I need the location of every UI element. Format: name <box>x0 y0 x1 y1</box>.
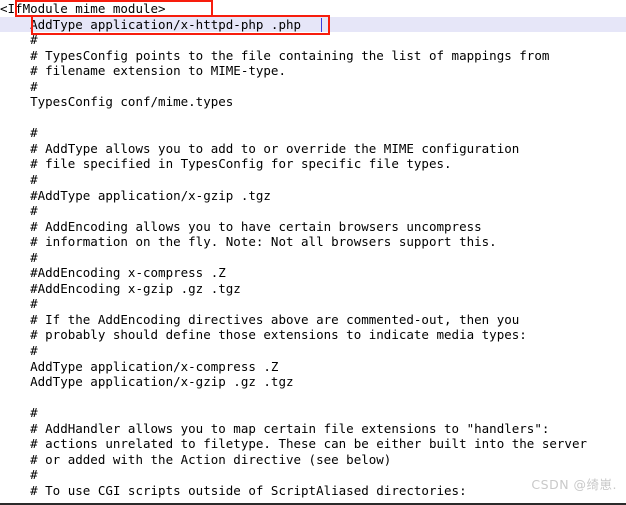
code-line[interactable]: # <box>0 343 626 359</box>
code-line[interactable]: # <box>0 250 626 266</box>
code-line[interactable]: # <box>0 296 626 312</box>
code-line[interactable]: # or added with the Action directive (se… <box>0 452 626 468</box>
code-line[interactable] <box>0 110 626 126</box>
code-line[interactable]: # <box>0 32 626 48</box>
code-line[interactable]: # actions unrelated to filetype. These c… <box>0 436 626 452</box>
code-line[interactable]: # probably should define those extension… <box>0 327 626 343</box>
code-line[interactable]: # TypesConfig points to the file contain… <box>0 48 626 64</box>
code-line[interactable]: # AddEncoding allows you to have certain… <box>0 219 626 235</box>
code-line[interactable]: # <box>0 125 626 141</box>
csdn-watermark: CSDN @绮崽. <box>531 477 617 492</box>
text-caret <box>321 18 322 32</box>
code-line[interactable]: TypesConfig conf/mime.types <box>0 94 626 110</box>
code-line[interactable]: # <box>0 203 626 219</box>
code-line[interactable]: AddType application/x-gzip .gz .tgz <box>0 374 626 390</box>
code-line[interactable]: # AddType allows you to add to or overri… <box>0 141 626 157</box>
code-line[interactable]: # If the AddEncoding directives above ar… <box>0 312 626 328</box>
code-line[interactable]: <IfModule mime_module> <box>0 1 626 17</box>
code-text-area[interactable]: <IfModule mime_module> AddType applicati… <box>0 0 626 499</box>
code-line[interactable]: # <box>0 405 626 421</box>
code-line[interactable]: #AddType application/x-gzip .tgz <box>0 188 626 204</box>
code-line[interactable]: # file specified in TypesConfig for spec… <box>0 156 626 172</box>
code-line[interactable]: # <box>0 79 626 95</box>
code-line[interactable]: #AddEncoding x-gzip .gz .tgz <box>0 281 626 297</box>
code-line[interactable]: # filename extension to MIME-type. <box>0 63 626 79</box>
code-line[interactable]: #AddEncoding x-compress .Z <box>0 265 626 281</box>
code-line[interactable]: AddType application/x-compress .Z <box>0 359 626 375</box>
code-editor-pane[interactable]: <IfModule mime_module> AddType applicati… <box>0 0 626 505</box>
code-line[interactable]: AddType application/x-httpd-php .php <box>0 16 626 33</box>
code-line[interactable]: # information on the fly. Note: Not all … <box>0 234 626 250</box>
code-line[interactable]: # AddHandler allows you to map certain f… <box>0 421 626 437</box>
code-line[interactable]: # <box>0 172 626 188</box>
code-line[interactable] <box>0 390 626 406</box>
